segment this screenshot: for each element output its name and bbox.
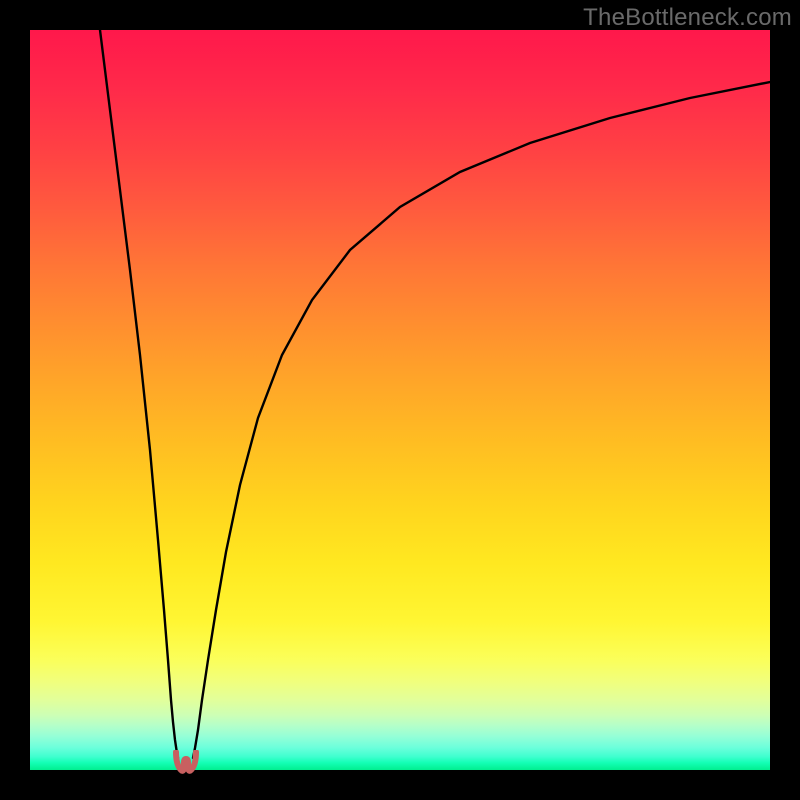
chart-gradient-background xyxy=(30,30,770,770)
u-shape-icon xyxy=(176,752,196,771)
chart-frame xyxy=(30,30,770,770)
cusp-marker xyxy=(172,750,200,774)
watermark-text: TheBottleneck.com xyxy=(583,4,792,32)
